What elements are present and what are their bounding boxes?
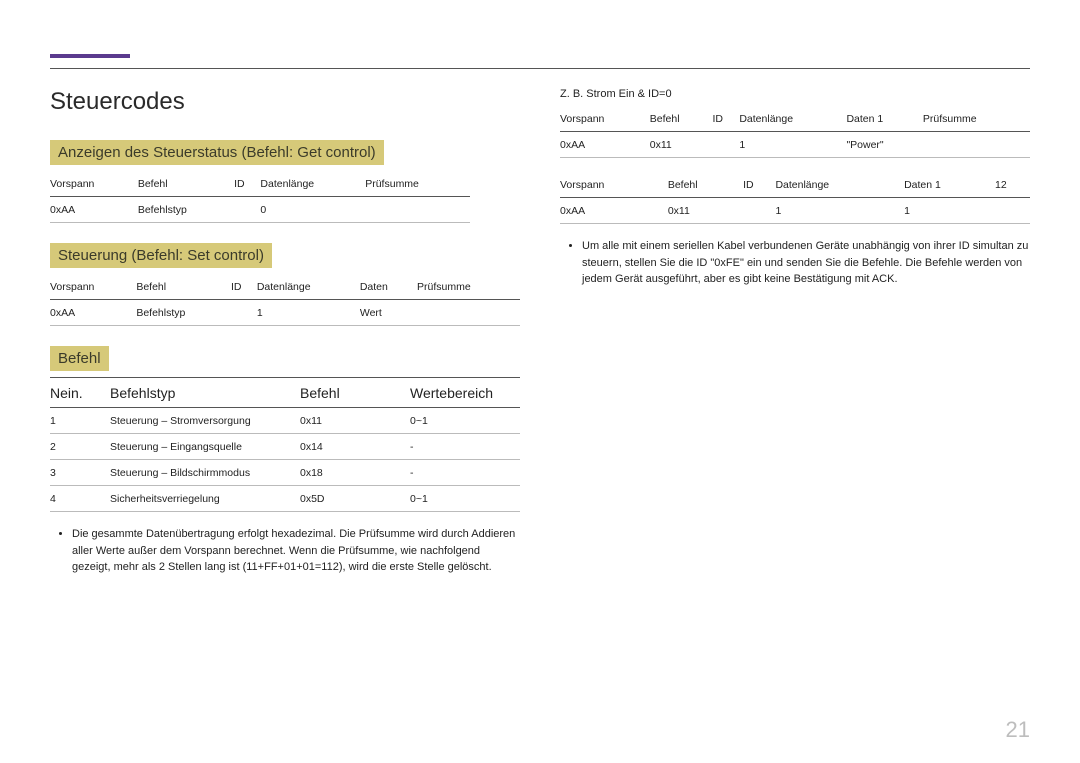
th: Prüfsumme [923,106,1030,132]
th: Prüfsumme [365,171,470,197]
td: - [410,460,520,486]
td: 3 [50,460,110,486]
th: Daten 1 [846,106,922,132]
td: 1 [775,198,904,224]
td: 0xAA [50,197,138,223]
td [417,300,520,326]
td: 2 [50,434,110,460]
td [234,197,260,223]
th: 12 [995,172,1030,198]
td [231,300,257,326]
th: ID [234,171,260,197]
th: Befehl [138,171,234,197]
th: Befehl [650,106,713,132]
td [365,197,470,223]
td: 0~1 [410,486,520,512]
th: Datenlänge [260,171,365,197]
th: Befehlstyp [110,378,300,408]
td: 0x5D [300,486,410,512]
table-get-control: Vorspann Befehl ID Datenlänge Prüfsumme … [50,171,470,223]
td [743,198,775,224]
th: Vorspann [560,172,668,198]
td: 0xAA [560,132,650,158]
th: Befehl [300,378,410,408]
right-column: Z. B. Strom Ein & ID=0 Vorspann Befehl I… [560,88,1030,580]
left-footnote-list: Die gesammte Datenübertragung erfolgt he… [50,526,520,576]
td: Sicherheitsverriegelung [110,486,300,512]
td: 4 [50,486,110,512]
page: Steuercodes Anzeigen des Steuerstatus (B… [0,0,1080,763]
page-number: 21 [1006,717,1030,743]
td: 0x18 [300,460,410,486]
td [923,132,1030,158]
th: Vorspann [50,171,138,197]
right-footnote-list: Um alle mit einem seriellen Kabel verbun… [560,238,1030,288]
td: Steuerung – Bildschirmmodus [110,460,300,486]
left-column: Steuercodes Anzeigen des Steuerstatus (B… [50,88,520,580]
table-example-1: Vorspann Befehl ID Datenlänge Daten 1 Pr… [560,106,1030,158]
td: 1 [50,408,110,434]
example-label: Z. B. Strom Ein & ID=0 [560,88,1030,100]
table-example-2: Vorspann Befehl ID Datenlänge Daten 1 12… [560,172,1030,224]
th: Nein. [50,378,110,408]
th: Vorspann [50,274,136,300]
accent-bar [50,54,130,58]
left-footnote: Die gesammte Datenübertragung erfolgt he… [72,526,520,576]
td: 1 [739,132,846,158]
top-divider [50,68,1030,69]
td: 0x11 [668,198,743,224]
th: Prüfsumme [417,274,520,300]
th: Befehl [136,274,231,300]
td: 0x14 [300,434,410,460]
td: 0~1 [410,408,520,434]
th: Daten [360,274,417,300]
th: Wertebereich [410,378,520,408]
td: 1 [257,300,360,326]
td: 0 [260,197,365,223]
heading-set-control: Steuerung (Befehl: Set control) [50,243,272,268]
section-title: Steuercodes [50,88,520,116]
heading-command: Befehl [50,346,109,371]
td: 0x11 [650,132,713,158]
th: Befehl [668,172,743,198]
td: Befehlstyp [136,300,231,326]
th: Daten 1 [904,172,995,198]
td: Wert [360,300,417,326]
td: 0xAA [50,300,136,326]
td: 0xAA [560,198,668,224]
td: - [410,434,520,460]
td: 0x11 [300,408,410,434]
th: ID [712,106,739,132]
table-set-control: Vorspann Befehl ID Datenlänge Daten Prüf… [50,274,520,326]
td: 1 [904,198,995,224]
td: Steuerung – Stromversorgung [110,408,300,434]
th: Datenlänge [739,106,846,132]
right-footnote: Um alle mit einem seriellen Kabel verbun… [582,238,1030,288]
th: Datenlänge [775,172,904,198]
td: Befehlstyp [138,197,234,223]
two-column-layout: Steuercodes Anzeigen des Steuerstatus (B… [50,88,1030,580]
th: Vorspann [560,106,650,132]
td [712,132,739,158]
td: Steuerung – Eingangsquelle [110,434,300,460]
th: Datenlänge [257,274,360,300]
heading-get-control: Anzeigen des Steuerstatus (Befehl: Get c… [50,140,384,165]
td: "Power" [846,132,922,158]
th: ID [743,172,775,198]
th: ID [231,274,257,300]
table-command-list: Nein. Befehlstyp Befehl Wertebereich 1 S… [50,377,520,512]
td [995,198,1030,224]
